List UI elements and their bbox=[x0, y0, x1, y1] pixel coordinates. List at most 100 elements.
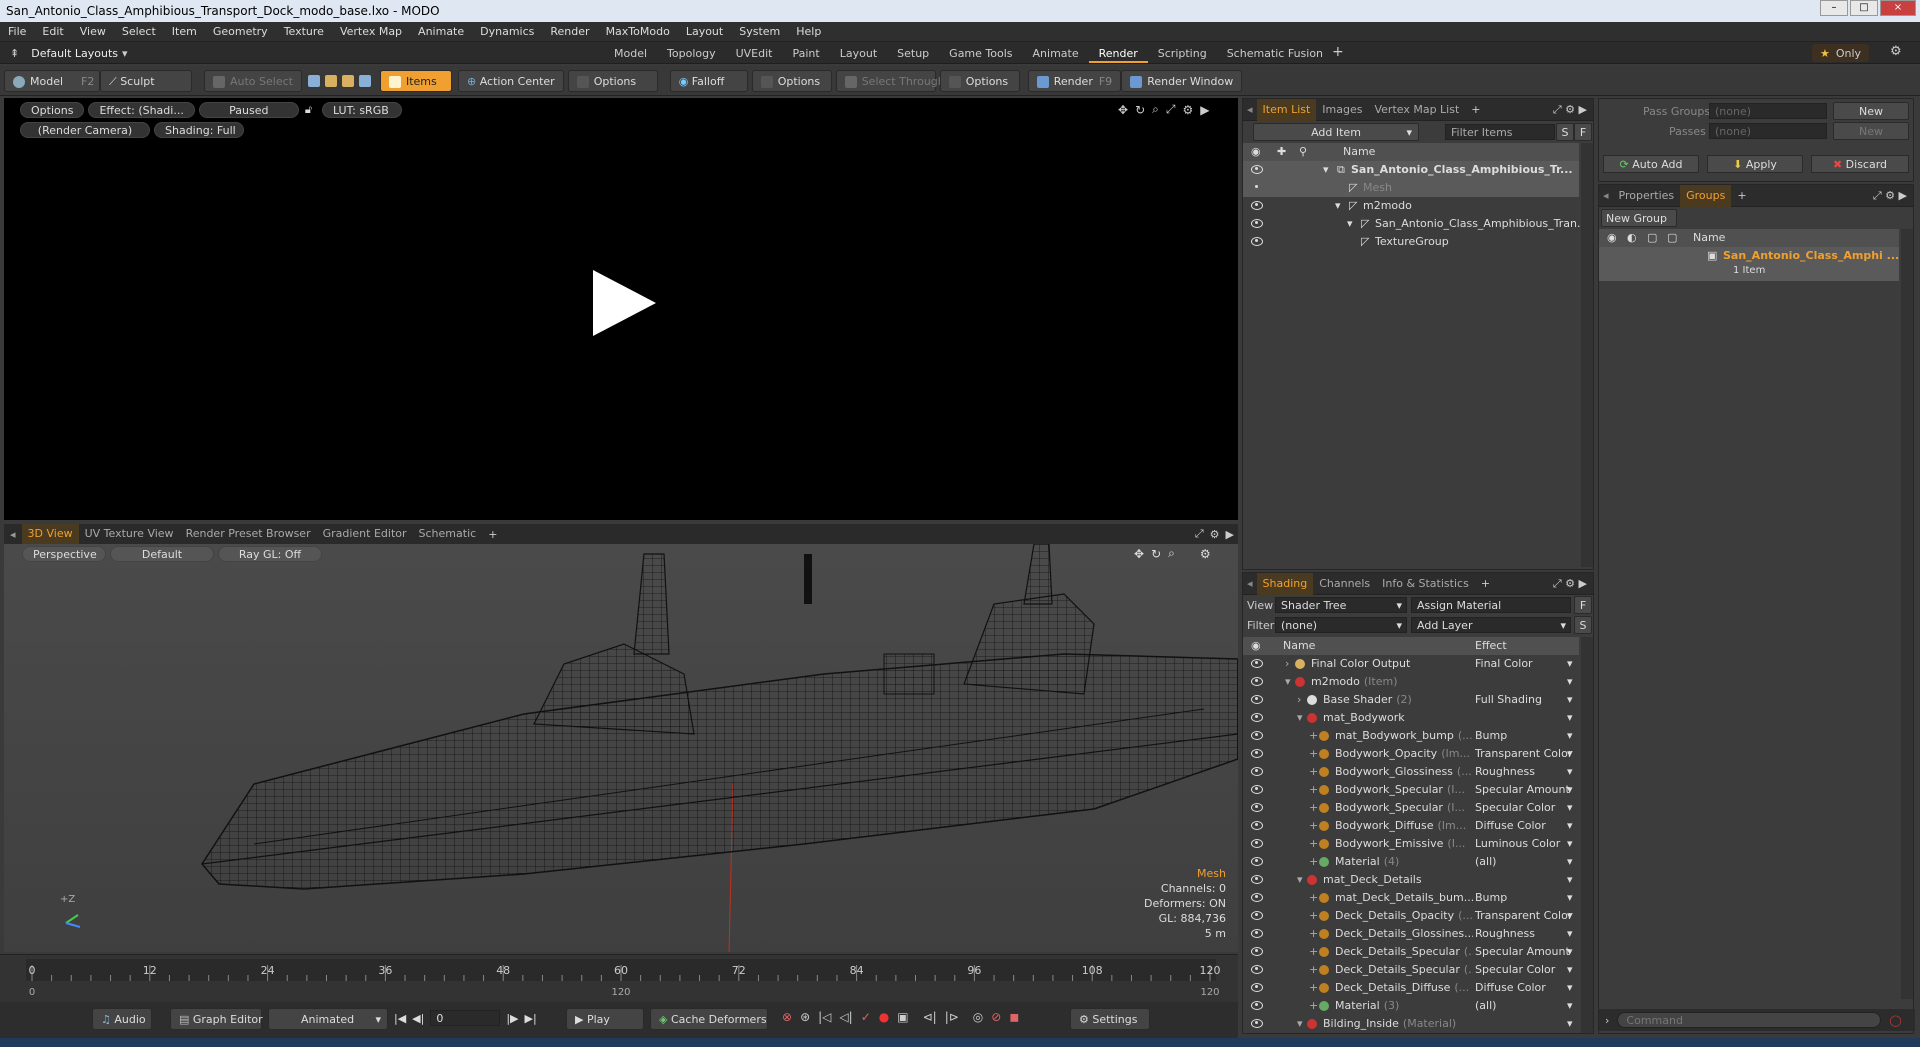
command-stop-icon[interactable]: ◯ bbox=[1889, 1014, 1901, 1027]
shading-tab-shading[interactable]: Shading bbox=[1256, 572, 1314, 595]
shader-row[interactable]: + mat_Bodywork_bump (... Bump ▾ bbox=[1243, 727, 1579, 745]
effect-value[interactable]: Full Shading bbox=[1475, 691, 1542, 709]
play-button[interactable]: ▶ Play bbox=[566, 1008, 644, 1030]
command-input[interactable] bbox=[1617, 1012, 1882, 1028]
gear-icon[interactable]: ⚙ bbox=[1210, 528, 1220, 541]
visibility-eye-icon[interactable] bbox=[1251, 677, 1263, 686]
shader-row[interactable]: + Bodywork_Specular (I... Specular Color ▾ bbox=[1243, 799, 1579, 817]
shader-row[interactable]: + Deck_Details_Diffuse (... Diffuse Color ▾ bbox=[1243, 979, 1579, 997]
expand-arrow-icon[interactable]: ▾ bbox=[1297, 709, 1303, 727]
shader-row[interactable]: + Bodywork_Diffuse (Im... Diffuse Color ▾ bbox=[1243, 817, 1579, 835]
expand-arrow-icon[interactable]: + bbox=[1309, 961, 1318, 979]
falloff-button[interactable]: ◉ Falloff bbox=[669, 69, 748, 92]
effect-dropdown[interactable]: Effect: (Shadi... bbox=[88, 102, 195, 118]
chevron-down-icon[interactable]: ▾ bbox=[1567, 763, 1573, 781]
layout-tab-setup[interactable]: Setup bbox=[887, 45, 939, 63]
select-through-button[interactable]: Select Through bbox=[835, 69, 945, 92]
layout-tab-paint[interactable]: Paint bbox=[783, 45, 830, 63]
layout-tab-game-tools[interactable]: Game Tools bbox=[939, 45, 1022, 63]
expand-arrow-icon[interactable]: + bbox=[1309, 853, 1318, 871]
loop-icon[interactable]: ◎ bbox=[973, 1010, 983, 1024]
visibility-eye-icon[interactable] bbox=[1251, 659, 1263, 668]
expand-arrow-icon[interactable]: + bbox=[1309, 763, 1318, 781]
next-frame-icon[interactable]: |▶ bbox=[506, 1012, 518, 1025]
expand-arrow-icon[interactable]: + bbox=[1309, 979, 1318, 997]
expand-arrow-icon[interactable]: ▾ bbox=[1323, 161, 1329, 179]
pass-groups-dropdown[interactable]: (none) bbox=[1709, 103, 1827, 119]
key-filter-icon[interactable]: ▣ bbox=[897, 1010, 908, 1024]
visibility-eye-icon[interactable] bbox=[1251, 749, 1263, 758]
visibility-eye-icon[interactable] bbox=[1251, 695, 1263, 704]
shader-row[interactable]: ▾ mat_Bodywork ▾ bbox=[1243, 709, 1579, 727]
auto-add-button[interactable]: ⟳ Auto Add bbox=[1603, 155, 1699, 173]
current-frame-field[interactable]: 0 bbox=[430, 1010, 501, 1026]
model-mode-button[interactable]: Model F2 bbox=[4, 69, 100, 92]
expand-arrow-icon[interactable]: + bbox=[1309, 907, 1318, 925]
clear-icon[interactable]: ⊘ bbox=[991, 1010, 1001, 1024]
menu-file[interactable]: File bbox=[0, 22, 34, 42]
play-icon[interactable] bbox=[588, 268, 658, 338]
shader-row[interactable]: + Material (4) (all) ▾ bbox=[1243, 853, 1579, 871]
visibility-eye-icon[interactable] bbox=[1251, 713, 1263, 722]
skip-back-icon[interactable]: ⊲| bbox=[923, 1010, 937, 1024]
chevron-down-icon[interactable]: ▾ bbox=[1567, 799, 1573, 817]
prev-key-icon[interactable]: |◁ bbox=[818, 1010, 831, 1024]
expand-arrow-icon[interactable]: + bbox=[1309, 817, 1318, 835]
visibility-eye-icon[interactable] bbox=[1251, 983, 1263, 992]
effect-value[interactable]: Roughness bbox=[1475, 925, 1535, 943]
expand-arrow-icon[interactable]: + bbox=[1309, 727, 1318, 745]
material-mode-icon[interactable] bbox=[358, 74, 371, 87]
layout-tab-render[interactable]: Render bbox=[1088, 45, 1148, 63]
groups-scrollbar[interactable] bbox=[1901, 229, 1913, 999]
maximize-view-icon[interactable]: ⤢ bbox=[1195, 527, 1204, 541]
play-small-icon[interactable]: ▶ bbox=[1226, 528, 1234, 541]
shading-tab-info-statistics[interactable]: Info & Statistics bbox=[1376, 573, 1475, 595]
effect-value[interactable]: Bump bbox=[1475, 727, 1507, 745]
item-row[interactable]: ◸ Mesh bbox=[1243, 179, 1579, 197]
shader-row[interactable]: + Deck_Details_Opacity (... Transparent Col… bbox=[1243, 907, 1579, 925]
effect-value[interactable]: Transparent Color bbox=[1475, 907, 1572, 925]
visibility-eye-icon[interactable] bbox=[1251, 803, 1263, 812]
maximize-icon[interactable]: □ bbox=[1850, 0, 1878, 16]
expand-arrow-icon[interactable]: › bbox=[1297, 691, 1301, 709]
chevron-down-icon[interactable]: ▾ bbox=[1567, 871, 1573, 889]
chevron-down-icon[interactable]: ▾ bbox=[1567, 907, 1573, 925]
view-tab-schematic[interactable]: Schematic bbox=[413, 524, 483, 544]
expand-arrow-icon[interactable]: + bbox=[1309, 781, 1318, 799]
name-column-header[interactable]: Name bbox=[1283, 637, 1315, 655]
panel-menu-icon[interactable]: ◂ bbox=[10, 528, 16, 541]
menu-render[interactable]: Render bbox=[542, 22, 597, 42]
add-tab-icon[interactable]: + bbox=[1737, 189, 1746, 202]
item-tab-images[interactable]: Images bbox=[1316, 99, 1368, 121]
filter-f-button[interactable]: F bbox=[1574, 123, 1592, 141]
visibility-eye-icon[interactable] bbox=[1251, 731, 1263, 740]
3d-viewport[interactable]: Perspective Default Ray GL: Off ✥ ↻ ⌕ ⚙ bbox=[4, 544, 1238, 952]
effect-value[interactable]: (all) bbox=[1475, 853, 1496, 871]
name-column-header[interactable]: Name bbox=[1343, 143, 1375, 161]
shader-row[interactable]: + Material (3) (all) ▾ bbox=[1243, 997, 1579, 1015]
visibility-eye-icon[interactable] bbox=[1251, 821, 1263, 830]
only-toggle[interactable]: Only bbox=[1836, 47, 1861, 60]
groups-tab-properties[interactable]: Properties bbox=[1613, 185, 1681, 207]
visibility-eye-icon[interactable] bbox=[1251, 929, 1263, 938]
next-key-icon[interactable]: ◁| bbox=[839, 1010, 852, 1024]
new-pass-group-button[interactable]: New bbox=[1833, 102, 1909, 120]
expand-arrow-icon[interactable]: + bbox=[1309, 943, 1318, 961]
effect-column-header[interactable]: Effect bbox=[1475, 637, 1507, 655]
visibility-eye-icon[interactable] bbox=[1251, 965, 1263, 974]
minimize-icon[interactable]: – bbox=[1820, 0, 1848, 16]
visibility-eye-icon[interactable] bbox=[1251, 183, 1263, 192]
action-center-options-button[interactable]: Options bbox=[567, 69, 658, 92]
expand-arrow-icon[interactable]: ▾ bbox=[1297, 871, 1303, 889]
item-tab-vertex-map-list[interactable]: Vertex Map List bbox=[1368, 99, 1465, 121]
add-tab-icon[interactable]: + bbox=[1332, 44, 1344, 60]
action-center-button[interactable]: ⊕ Action Center bbox=[457, 69, 564, 92]
add-tab-icon[interactable]: + bbox=[1471, 103, 1480, 116]
name-column-header[interactable]: Name bbox=[1693, 229, 1725, 247]
menu-select[interactable]: Select bbox=[114, 22, 164, 42]
sculpt-mode-button[interactable]: ⟋ Sculpt bbox=[100, 69, 192, 92]
expand-arrow-icon[interactable]: + bbox=[1309, 925, 1318, 943]
layout-tab-model[interactable]: Model bbox=[604, 45, 657, 63]
falloff-options-button[interactable]: Options bbox=[751, 69, 832, 92]
effect-value[interactable]: Specular Color bbox=[1475, 961, 1555, 979]
